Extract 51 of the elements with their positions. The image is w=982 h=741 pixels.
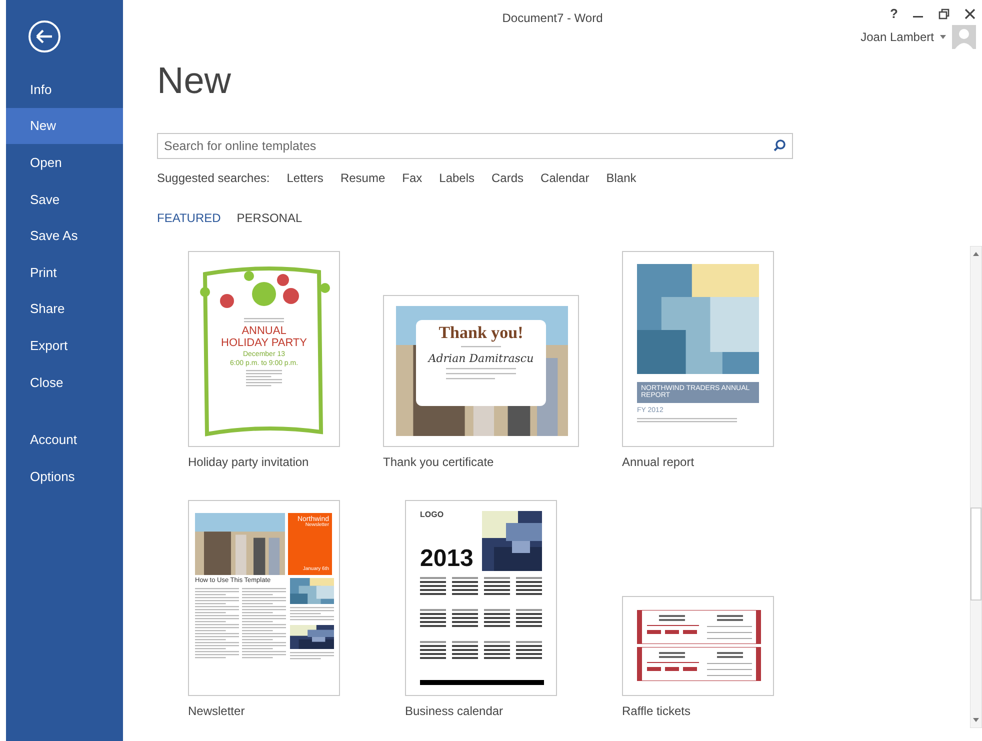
suggested-search-link[interactable]: Labels xyxy=(439,171,475,185)
dropdown-caret-icon[interactable] xyxy=(940,35,946,39)
recipient-name: Adrian Damitrascu xyxy=(428,352,534,364)
sidebar-item[interactable]: Save As xyxy=(6,217,123,254)
template-name[interactable]: Annual report xyxy=(622,455,774,469)
user-name[interactable]: Joan Lambert xyxy=(860,30,934,44)
template-name[interactable]: Newsletter xyxy=(188,704,340,718)
search-icon[interactable] xyxy=(773,139,786,152)
sidebar-item[interactable]: Info xyxy=(6,71,123,108)
template-name[interactable]: Holiday party invitation xyxy=(188,455,340,469)
restore-icon[interactable] xyxy=(938,8,950,20)
help-button[interactable]: ? xyxy=(890,6,898,21)
template-thumbnail[interactable]: Thank you! Adrian Damitrascu xyxy=(383,295,579,447)
sidebar-item[interactable]: Share xyxy=(6,290,123,328)
text-lines-drawing xyxy=(290,607,334,622)
template-name[interactable]: Business calendar xyxy=(405,704,557,718)
text-lines-drawing xyxy=(244,318,284,324)
page-title: New xyxy=(157,62,232,99)
sidebar-item[interactable]: Close xyxy=(6,364,123,400)
sidebar-item[interactable]: New xyxy=(6,108,123,144)
text-lines-drawing xyxy=(290,652,334,661)
sidebar-item[interactable]: Export xyxy=(6,327,123,364)
suggested-search-link[interactable]: Blank xyxy=(606,171,636,185)
suggested-search-link[interactable]: Calendar xyxy=(540,171,590,185)
suggested-search-link[interactable]: Letters xyxy=(286,171,324,185)
invitation-heading: ANNUAL HOLIDAY PARTY xyxy=(220,326,308,350)
sidebar-item[interactable]: Open xyxy=(6,144,123,181)
suggested-searches-label: Suggested searches: xyxy=(157,171,270,185)
window-title: Document7 - Word xyxy=(502,11,603,25)
category-tab[interactable]: PERSONAL xyxy=(236,211,302,225)
sidebar-item[interactable]: Account xyxy=(6,421,123,458)
text-lines-drawing xyxy=(461,346,501,349)
text-lines-drawing xyxy=(246,370,282,388)
template-thumbnail[interactable] xyxy=(622,596,774,696)
template-name[interactable]: Thank you certificate xyxy=(383,455,579,469)
category-tab[interactable]: FEATURED xyxy=(157,211,221,225)
scrollbar[interactable] xyxy=(970,246,982,728)
suggested-search-link[interactable]: Cards xyxy=(492,171,524,185)
sidebar-item[interactable]: Print xyxy=(6,254,123,291)
back-icon[interactable] xyxy=(28,20,61,53)
suggested-search-link[interactable]: Fax xyxy=(402,171,422,185)
sidebar-item[interactable]: Options xyxy=(6,458,123,495)
sidebar-item[interactable]: Save xyxy=(6,180,123,218)
template-name[interactable]: Raffle tickets xyxy=(622,704,774,718)
close-icon[interactable] xyxy=(964,8,976,20)
logo-placeholder: LOGO xyxy=(420,511,445,520)
template-thumbnail[interactable]: LOGO 2013 xyxy=(405,500,557,696)
suggested-search-link[interactable]: Resume xyxy=(340,171,386,185)
calendar-year: 2013 xyxy=(420,546,474,571)
search-field[interactable]: Search for online templates xyxy=(157,133,793,159)
certificate-heading: Thank you! xyxy=(438,324,524,342)
